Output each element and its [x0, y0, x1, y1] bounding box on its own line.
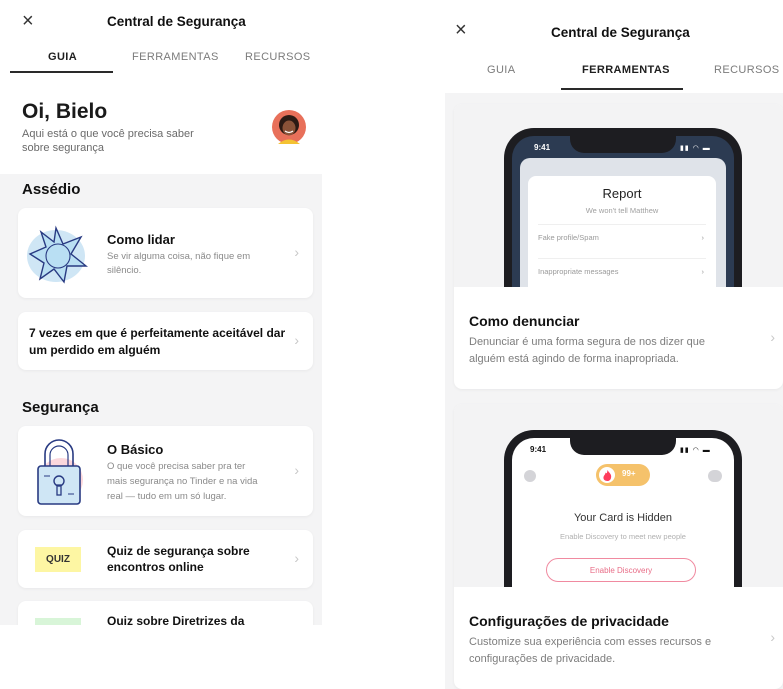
profile-icon [524, 470, 536, 482]
hidden-card-title: Your Card is Hidden [573, 512, 673, 524]
tab-resources[interactable]: RECURSOS [245, 51, 311, 63]
tools-screen: × Central de Segurança GUIA FERRAMENTAS … [445, 0, 783, 689]
card-desc-line2: configurações de privacidade. [469, 653, 616, 665]
tab-bar: GUIA FERRAMENTAS RECURSOS [0, 40, 322, 74]
card-desc-line2: silêncio. [107, 265, 142, 276]
status-icons: ▮▮ ◠ ▬ [680, 145, 711, 152]
chevron-right-icon: › [770, 629, 775, 645]
phone-notch [570, 136, 676, 153]
report-modal: Report We won't tell Matthew Fake profil… [528, 176, 716, 287]
boost-toggle: 99+ [596, 464, 650, 486]
card-title: Quiz sobre Diretrizes da [107, 614, 245, 625]
phone-display: 9:41 ▮▮ ◠ ▬ 99+ Your Card is Hidden Enab… [512, 438, 734, 587]
tab-guide[interactable]: GUIA [48, 51, 77, 63]
header: × Central de Segurança [0, 0, 322, 40]
greeting-title: Oi, Bielo [22, 100, 108, 123]
report-option-label: Fake profile/Spam [538, 233, 599, 242]
card-title-line2: um perdido em alguém [29, 343, 161, 357]
status-time: 9:41 [534, 143, 551, 152]
close-icon[interactable]: × [22, 11, 34, 31]
how-to-report-card[interactable]: 9:41 ▮▮ ◠ ▬ Report We won't tell Matthew… [454, 104, 783, 389]
chevron-right-icon: › [770, 329, 775, 345]
close-icon[interactable]: × [455, 20, 467, 40]
phone-mockup: 9:41 ▮▮ ◠ ▬ Report We won't tell Matthew… [504, 128, 742, 287]
active-tab-indicator [561, 88, 683, 90]
report-option-label: Inappropriate messages [538, 267, 619, 276]
starburst-illustration-icon [26, 224, 92, 286]
modal-subtitle: We won't tell Matthew [585, 206, 659, 215]
section-title-harassment: Assédio [22, 181, 81, 198]
report-option-row: Fake profile/Spam › [538, 224, 706, 258]
greeting-subtitle-line2: sobre segurança [22, 142, 104, 154]
online-dating-quiz-card[interactable]: QUIZ Quiz de segurança sobre encontros o… [18, 530, 313, 588]
guidelines-quiz-card[interactable]: Quiz sobre Diretrizes da [18, 601, 313, 625]
card-title: Como lidar [107, 232, 175, 247]
card-desc-line1: O que você precisa saber pra ter [107, 461, 246, 472]
status-time: 9:41 [530, 445, 547, 454]
greeting-subtitle-line1: Aqui está o que você precisa saber [22, 128, 194, 140]
card-title-line2: encontros online [107, 560, 204, 574]
tab-tools[interactable]: FERRAMENTAS [132, 51, 219, 63]
tab-resources[interactable]: RECURSOS [714, 64, 780, 76]
chevron-right-icon: › [294, 332, 299, 348]
quiz-tag-green [35, 618, 81, 625]
header: × Central de Segurança [445, 0, 783, 46]
card-desc-line1: Se vir alguma coisa, não fique em [107, 251, 251, 262]
report-option-row: Inappropriate messages › [538, 258, 706, 287]
chevron-right-icon: › [294, 244, 299, 260]
enable-discovery-button: Enable Discovery [546, 558, 696, 582]
padlock-illustration-icon [28, 434, 90, 508]
card-title: O Básico [107, 442, 164, 457]
card-desc-line3: real — tudo em um só lugar. [107, 491, 227, 502]
avatar[interactable] [272, 110, 306, 144]
card-desc-line1: Customize sua experiência com esses recu… [469, 636, 712, 648]
active-tab-indicator [10, 71, 113, 73]
card-desc-line2: mais segurança no Tinder e na vida [107, 476, 258, 487]
count-badge: 99+ [622, 469, 636, 478]
chevron-right-icon: › [294, 550, 299, 566]
modal-title: Report [602, 186, 642, 201]
ghosting-article-card[interactable]: 7 vezes em que é perfeitamente aceitável… [18, 312, 313, 370]
tab-tools[interactable]: FERRAMENTAS [582, 64, 670, 76]
how-to-handle-card[interactable]: Como lidar Se vir alguma coisa, não fiqu… [18, 208, 313, 298]
page-title: Central de Segurança [107, 14, 246, 29]
status-icons: ▮▮ ◠ ▬ [680, 447, 711, 454]
page-title: Central de Segurança [551, 25, 690, 40]
card-title-line1: Quiz de segurança sobre [107, 544, 250, 558]
phone-display: 9:41 ▮▮ ◠ ▬ Report We won't tell Matthew… [512, 136, 734, 287]
hidden-card-subtitle: Enable Discovery to meet new people [560, 532, 686, 541]
chevron-right-icon: › [294, 462, 299, 478]
guide-screen: × Central de Segurança GUIA FERRAMENTAS … [0, 0, 322, 625]
chevron-right-icon: › [701, 233, 705, 242]
report-preview: 9:41 ▮▮ ◠ ▬ Report We won't tell Matthew… [454, 104, 783, 287]
section-title-safety: Segurança [22, 399, 99, 416]
privacy-settings-card[interactable]: 9:41 ▮▮ ◠ ▬ 99+ Your Card is Hidden Enab… [454, 404, 783, 689]
greeting-panel: Oi, Bielo Aqui está o que você precisa s… [0, 74, 322, 174]
card-title-line1: 7 vezes em que é perfeitamente aceitável… [29, 326, 286, 340]
card-desc-line1: Denunciar é uma forma segura de nos dize… [469, 336, 706, 348]
basics-card[interactable]: O Básico O que você precisa saber pra te… [18, 426, 313, 516]
tab-guide[interactable]: GUIA [487, 64, 516, 76]
card-title: Como denunciar [469, 313, 580, 329]
card-desc-line2: alguém está agindo de forma inapropriada… [469, 353, 679, 365]
chat-icon [708, 470, 722, 482]
card-title: Configurações de privacidade [469, 613, 669, 629]
phone-notch [570, 438, 676, 455]
tab-bar: GUIA FERRAMENTAS RECURSOS [445, 46, 783, 93]
privacy-preview: 9:41 ▮▮ ◠ ▬ 99+ Your Card is Hidden Enab… [454, 404, 783, 587]
quiz-tag: QUIZ [35, 547, 81, 572]
tinder-flame-icon [599, 467, 615, 483]
chevron-right-icon: › [701, 267, 705, 276]
phone-mockup: 9:41 ▮▮ ◠ ▬ 99+ Your Card is Hidden Enab… [504, 430, 742, 587]
